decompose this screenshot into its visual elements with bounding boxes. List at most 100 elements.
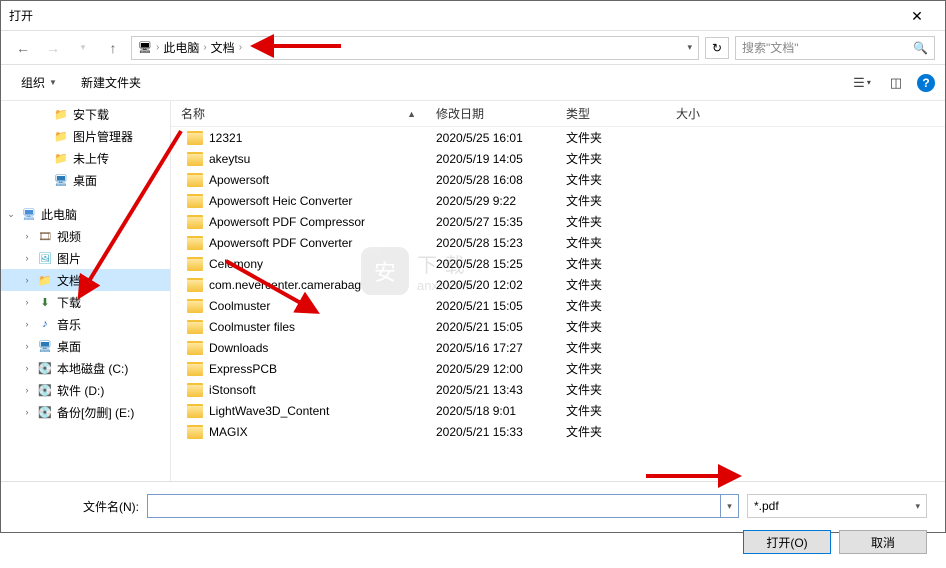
file-row[interactable]: iStonsoft2020/5/21 13:43文件夹 bbox=[171, 379, 945, 400]
sidebar-item[interactable]: ›📁文档 bbox=[1, 269, 170, 291]
chevron-right-icon[interactable]: › bbox=[21, 275, 33, 285]
new-folder-button[interactable]: 新建文件夹 bbox=[71, 70, 151, 95]
column-date[interactable]: 修改日期 bbox=[426, 105, 556, 122]
sidebar-item[interactable]: ›♪音乐 bbox=[1, 313, 170, 335]
file-row[interactable]: Apowersoft PDF Compressor2020/5/27 15:35… bbox=[171, 211, 945, 232]
sidebar-item[interactable]: ›⬇下载 bbox=[1, 291, 170, 313]
sidebar-item[interactable]: ·🖥桌面 bbox=[1, 169, 170, 191]
dialog-body: ·📁安下载·📁图片管理器·📁未上传·🖥桌面⌄🖥此电脑›🎞视频›🖼图片›📁文档›⬇… bbox=[1, 101, 945, 481]
sidebar-item[interactable]: ›💽软件 (D:) bbox=[1, 379, 170, 401]
file-name: Downloads bbox=[209, 341, 268, 355]
file-date: 2020/5/16 17:27 bbox=[426, 341, 556, 355]
folder-icon: 📁 bbox=[53, 129, 69, 143]
chevron-right-icon[interactable]: › bbox=[21, 297, 33, 307]
file-row[interactable]: Celemony2020/5/28 15:25文件夹 bbox=[171, 253, 945, 274]
sidebar-item[interactable]: ·📁安下载 bbox=[1, 103, 170, 125]
chevron-right-icon: › bbox=[239, 42, 242, 53]
chevron-right-icon[interactable]: › bbox=[21, 385, 33, 395]
file-date: 2020/5/25 16:01 bbox=[426, 131, 556, 145]
folder-icon bbox=[187, 131, 203, 145]
file-name: Coolmuster bbox=[209, 299, 270, 313]
sidebar-item[interactable]: ·📁图片管理器 bbox=[1, 125, 170, 147]
back-button[interactable]: ← bbox=[11, 36, 35, 60]
sidebar-item[interactable]: ›🎞视频 bbox=[1, 225, 170, 247]
file-row[interactable]: Downloads2020/5/16 17:27文件夹 bbox=[171, 337, 945, 358]
file-list[interactable]: 名称 ▲ 修改日期 类型 大小 123212020/5/25 16:01文件夹a… bbox=[171, 101, 945, 481]
recent-dropdown[interactable]: ▾ bbox=[71, 36, 95, 60]
sidebar-item[interactable]: ›🖼图片 bbox=[1, 247, 170, 269]
file-type: 文件夹 bbox=[556, 423, 666, 440]
folder-icon bbox=[187, 236, 203, 250]
file-type: 文件夹 bbox=[556, 150, 666, 167]
file-type: 文件夹 bbox=[556, 192, 666, 209]
file-row[interactable]: Apowersoft Heic Converter2020/5/29 9:22文… bbox=[171, 190, 945, 211]
dialog-footer: 文件名(N): ▾ *.pdf ▾ 打开(O) 取消 bbox=[1, 481, 945, 568]
sidebar-item-label: 图片管理器 bbox=[73, 128, 133, 145]
file-row[interactable]: Coolmuster2020/5/21 15:05文件夹 bbox=[171, 295, 945, 316]
file-row[interactable]: akeytsu2020/5/19 14:05文件夹 bbox=[171, 148, 945, 169]
file-type: 文件夹 bbox=[556, 402, 666, 419]
file-row[interactable]: MAGIX2020/5/21 15:33文件夹 bbox=[171, 421, 945, 442]
sidebar-item-label: 下载 bbox=[57, 294, 81, 311]
breadcrumb-current[interactable]: 文档 bbox=[211, 39, 235, 56]
sidebar-item[interactable]: ⌄ 🖥 此电脑 bbox=[1, 203, 170, 225]
file-type: 文件夹 bbox=[556, 129, 666, 146]
file-name: Coolmuster files bbox=[209, 320, 295, 334]
column-name[interactable]: 名称 ▲ bbox=[171, 105, 426, 122]
file-row[interactable]: Coolmuster files2020/5/21 15:05文件夹 bbox=[171, 316, 945, 337]
chevron-right-icon[interactable]: › bbox=[21, 407, 33, 417]
window-title: 打开 bbox=[9, 7, 33, 24]
pic-icon: 🖼 bbox=[37, 251, 53, 265]
close-button[interactable]: ✕ bbox=[897, 2, 937, 30]
file-name: akeytsu bbox=[209, 152, 250, 166]
up-button[interactable]: ↑ bbox=[101, 36, 125, 60]
file-name: 12321 bbox=[209, 131, 242, 145]
sidebar[interactable]: ·📁安下载·📁图片管理器·📁未上传·🖥桌面⌄🖥此电脑›🎞视频›🖼图片›📁文档›⬇… bbox=[1, 101, 171, 481]
refresh-button[interactable]: ↻ bbox=[705, 37, 729, 59]
sidebar-item[interactable]: ·📁未上传 bbox=[1, 147, 170, 169]
folder-icon bbox=[187, 152, 203, 166]
filename-dropdown[interactable]: ▾ bbox=[721, 494, 739, 518]
filename-input[interactable] bbox=[147, 494, 721, 518]
sidebar-item[interactable]: ›💽本地磁盘 (C:) bbox=[1, 357, 170, 379]
address-dropdown-icon[interactable]: ▾ bbox=[687, 42, 692, 53]
filetype-filter[interactable]: *.pdf ▾ bbox=[747, 494, 927, 518]
chevron-right-icon[interactable]: › bbox=[21, 363, 33, 373]
file-row[interactable]: LightWave3D_Content2020/5/18 9:01文件夹 bbox=[171, 400, 945, 421]
file-row[interactable]: ExpressPCB2020/5/29 12:00文件夹 bbox=[171, 358, 945, 379]
file-row[interactable]: Apowersoft2020/5/28 16:08文件夹 bbox=[171, 169, 945, 190]
sidebar-item-label: 此电脑 bbox=[41, 206, 77, 223]
forward-button[interactable]: → bbox=[41, 36, 65, 60]
view-button[interactable]: ☰▾ bbox=[849, 72, 875, 94]
file-row[interactable]: com.nevercenter.camerabag2020/5/20 12:02… bbox=[171, 274, 945, 295]
address-bar[interactable]: 🖥 › 此电脑 › 文档 › ▾ bbox=[131, 36, 699, 60]
file-row[interactable]: Apowersoft PDF Converter2020/5/28 15:23文… bbox=[171, 232, 945, 253]
cancel-button[interactable]: 取消 bbox=[839, 530, 927, 554]
chevron-down-icon[interactable]: ⌄ bbox=[5, 209, 17, 220]
search-box[interactable]: 搜索"文档" 🔍 bbox=[735, 36, 935, 60]
sidebar-item[interactable]: ›💽备份[勿删] (E:) bbox=[1, 401, 170, 423]
file-name: com.nevercenter.camerabag bbox=[209, 278, 361, 292]
chevron-right-icon[interactable]: › bbox=[21, 319, 33, 329]
filename-label: 文件名(N): bbox=[19, 498, 139, 515]
column-type[interactable]: 类型 bbox=[556, 105, 666, 122]
file-date: 2020/5/28 15:25 bbox=[426, 257, 556, 271]
file-date: 2020/5/29 12:00 bbox=[426, 362, 556, 376]
column-size[interactable]: 大小 bbox=[666, 105, 746, 122]
pc-icon: 🖥 bbox=[21, 207, 37, 221]
chevron-right-icon[interactable]: › bbox=[21, 231, 33, 241]
help-icon[interactable]: ? bbox=[917, 74, 935, 92]
organize-button[interactable]: 组织 ▼ bbox=[11, 70, 67, 95]
sidebar-item[interactable]: ›🖥桌面 bbox=[1, 335, 170, 357]
chevron-right-icon[interactable]: › bbox=[21, 341, 33, 351]
preview-pane-button[interactable]: ◫ bbox=[883, 72, 909, 94]
file-row[interactable]: 12321 2020/5/25 16:01文件夹 bbox=[171, 127, 945, 148]
open-button[interactable]: 打开(O) bbox=[743, 530, 831, 554]
breadcrumb-root[interactable]: 此电脑 bbox=[163, 39, 199, 56]
chevron-right-icon[interactable]: › bbox=[21, 253, 33, 263]
music-icon: ♪ bbox=[37, 317, 53, 331]
drive-icon: 💽 bbox=[37, 383, 53, 397]
file-date: 2020/5/28 16:08 bbox=[426, 173, 556, 187]
search-icon[interactable]: 🔍 bbox=[913, 41, 928, 55]
folder-icon: 📁 bbox=[37, 273, 53, 287]
